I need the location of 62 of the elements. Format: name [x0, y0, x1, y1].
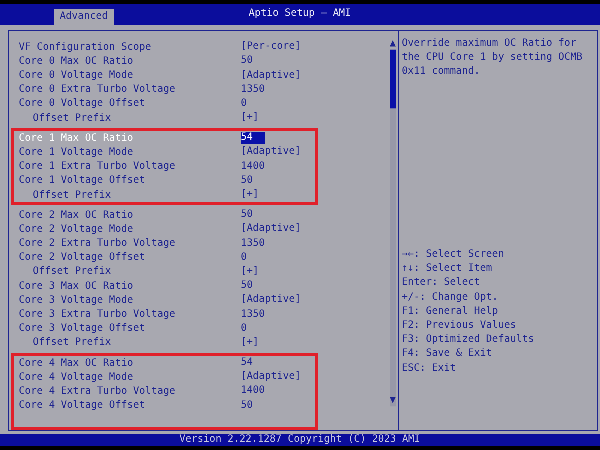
setting-value[interactable]: [Adaptive] — [241, 223, 302, 236]
setting-value[interactable]: [+] — [241, 189, 260, 202]
version-text: Version 2.22.1287 Copyright (C) 2023 AMI — [180, 434, 420, 446]
setting-label[interactable]: Core 1 Voltage Mode — [19, 146, 241, 158]
key-hint: ESC: Exit — [402, 362, 458, 376]
setting-value[interactable]: 50 — [241, 209, 254, 222]
setting-value[interactable]: [+] — [241, 336, 260, 349]
setting-value[interactable]: 0 — [241, 98, 248, 110]
setting-label[interactable]: Core 4 Voltage Mode — [19, 372, 241, 383]
setting-label[interactable]: Offset Prefix — [33, 337, 241, 348]
setting-label[interactable]: Offset Prefix — [33, 112, 241, 124]
setting-label[interactable]: Core 3 Voltage Mode — [19, 294, 241, 306]
setting-label[interactable]: Core 1 Extra Turbo Voltage — [19, 161, 241, 172]
setting-value[interactable]: 1350 — [241, 308, 266, 321]
setting-label[interactable]: Core 4 Voltage Offset — [19, 400, 241, 412]
setting-label[interactable]: Core 4 Max OC Ratio — [19, 358, 241, 369]
setting-value[interactable]: [Adaptive] — [241, 294, 302, 306]
setting-value[interactable]: [Adaptive] — [241, 70, 302, 82]
key-hint: F4: Save & Exit — [402, 347, 494, 362]
setting-value[interactable]: 50 — [241, 280, 254, 292]
setting-label[interactable]: Core 1 Voltage Offset — [19, 175, 241, 186]
setting-value[interactable]: [+] — [241, 266, 260, 278]
window-title: Aptio Setup – AMI — [248, 8, 352, 20]
setting-label[interactable]: Core 4 Extra Turbo Voltage — [19, 386, 241, 397]
setting-label[interactable]: Core 0 Voltage Mode — [19, 70, 241, 82]
setting-label[interactable]: Core 2 Voltage Offset — [19, 252, 241, 264]
setting-label[interactable]: Core 0 Max OC Ratio — [19, 56, 241, 67]
setting-value[interactable]: 50 — [241, 174, 254, 187]
key-hint: F2: Previous Values — [402, 318, 518, 333]
setting-label[interactable]: Core 3 Max OC Ratio — [19, 280, 241, 292]
menu-tab[interactable]: Advanced — [54, 9, 114, 26]
setting-value[interactable]: 54 — [241, 357, 254, 370]
setting-label[interactable]: Core 0 Extra Turbo Voltage — [19, 84, 241, 96]
setting-label[interactable]: Core 3 Extra Turbo Voltage — [19, 309, 241, 320]
setting-label[interactable]: Offset Prefix — [33, 190, 241, 201]
setting-value[interactable]: [Adaptive] — [241, 146, 302, 158]
help-text: Override maximum OC Ratio for the CPU Core 1 by setting OCMB 0x11 command. — [402, 37, 584, 80]
key-hint: +/-: Change Opt. — [402, 290, 500, 305]
key-hint: →←: Select Screen — [402, 248, 506, 262]
setting-value[interactable]: 50 — [241, 55, 254, 68]
setting-value[interactable]: [+] — [241, 112, 260, 124]
setting-value[interactable]: [Per-core] — [241, 41, 302, 54]
key-hint: ↑↓: Select Item — [402, 262, 494, 276]
setting-label[interactable]: Core 2 Extra Turbo Voltage — [19, 238, 241, 250]
setting-value[interactable]: 54 — [241, 132, 266, 144]
key-hint: F1: General Help — [402, 304, 500, 319]
setting-label[interactable]: Core 3 Voltage Offset — [19, 323, 241, 334]
setting-label[interactable]: Offset Prefix — [33, 266, 241, 278]
setting-value[interactable]: 1350 — [241, 238, 266, 250]
setting-label[interactable]: Core 0 Voltage Offset — [19, 98, 241, 110]
setting-label[interactable]: VF Configuration Scope — [19, 42, 241, 53]
setting-value[interactable]: 1350 — [241, 84, 266, 96]
setting-value[interactable]: 50 — [241, 400, 254, 412]
setting-value[interactable]: 0 — [241, 252, 248, 264]
key-hint: F3: Optimized Defaults — [402, 333, 536, 348]
setting-label[interactable]: Core 2 Max OC Ratio — [19, 210, 241, 221]
setting-value[interactable]: 0 — [241, 322, 248, 335]
setting-value[interactable]: 1400 — [241, 385, 266, 398]
setting-value[interactable]: [Adaptive] — [241, 371, 302, 384]
setting-label[interactable]: Core 2 Voltage Mode — [19, 224, 241, 235]
key-hint: Enter: Select — [402, 276, 482, 290]
setting-value[interactable]: 1400 — [241, 160, 266, 173]
